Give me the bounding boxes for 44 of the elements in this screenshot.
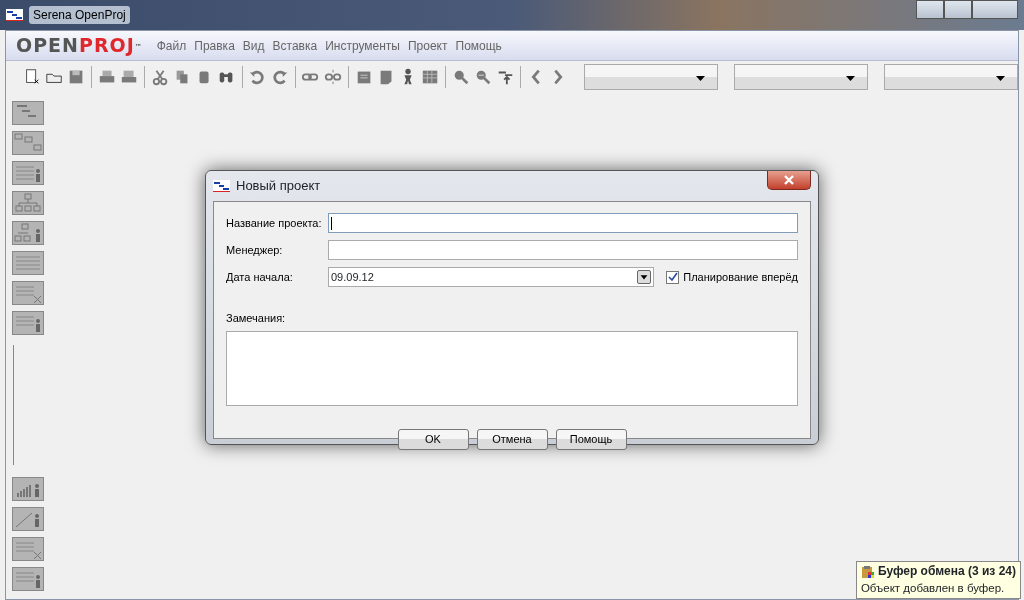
dropdown[interactable]	[584, 64, 719, 90]
tooltip-text: Объект добавлен в буфер.	[860, 581, 1006, 596]
field-label: Название проекта:	[226, 215, 323, 231]
menu-item[interactable]: Проект	[403, 36, 452, 55]
dialog-button[interactable]: Помощь	[555, 428, 627, 450]
window-title: Serena OpenProj	[29, 6, 130, 24]
field-label: Менеджер:	[226, 242, 284, 258]
menu-item[interactable]: Правка	[190, 36, 239, 55]
clipboard-icon	[860, 564, 875, 579]
menu-item[interactable]: Вставка	[268, 36, 322, 55]
chart-icon[interactable]	[12, 507, 44, 531]
app-icon	[6, 9, 23, 21]
input-field[interactable]	[328, 240, 798, 260]
maximize-button[interactable]	[944, 0, 972, 19]
field-label: Дата начала:	[226, 269, 294, 285]
checkbox[interactable]	[666, 270, 680, 284]
menu-item[interactable]: Инструменты	[321, 36, 404, 55]
dialog-button[interactable]: Отмена	[476, 428, 548, 450]
tooltip-title: Буфер обмена (3 из 24)	[877, 563, 1016, 580]
histogram-icon[interactable]	[12, 477, 44, 501]
caret-icon	[846, 76, 856, 81]
checkbox-label: Планирование вперёд	[683, 269, 798, 285]
close-icon	[783, 175, 795, 185]
dialog-title: Новый проект	[236, 177, 321, 196]
menu-item[interactable]: Вид	[238, 36, 269, 55]
menu-item[interactable]: Помощь	[451, 36, 506, 55]
close-button[interactable]	[767, 171, 811, 190]
caret-icon	[696, 76, 706, 81]
dialog-button[interactable]: OK	[397, 428, 469, 450]
dropdown[interactable]	[734, 64, 869, 90]
unlink-icon[interactable]	[323, 67, 342, 87]
resource-sheet-icon[interactable]	[12, 161, 44, 185]
close-button[interactable]	[972, 0, 1018, 19]
input-field[interactable]	[328, 213, 798, 233]
gantt-view-icon[interactable]	[12, 101, 44, 125]
notes-field[interactable]	[226, 330, 798, 406]
app-icon	[213, 180, 230, 192]
minimize-button[interactable]	[916, 0, 944, 19]
app-logo: OPENPROJ$^{™}$	[16, 33, 143, 59]
date-field[interactable]: 09.09.12	[328, 267, 655, 287]
menu-item[interactable]: Файл	[152, 36, 191, 55]
dropdown[interactable]	[884, 64, 1018, 90]
notes-label: Замечания:	[226, 311, 287, 326]
caret-icon	[996, 76, 1005, 81]
